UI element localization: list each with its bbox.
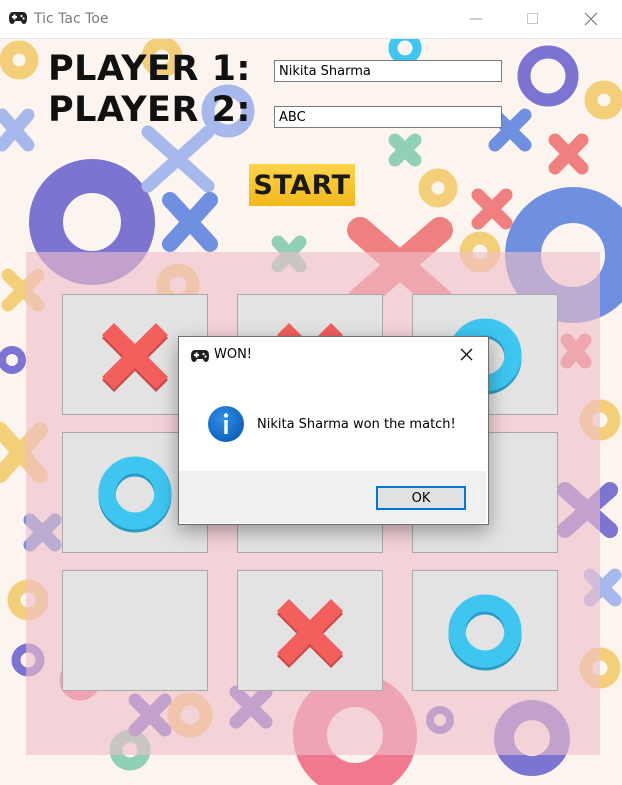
close-window-button[interactable] [569,0,615,38]
player1-label: PLAYER 1: [48,49,251,89]
close-icon [584,12,598,26]
maximize-icon [527,13,538,24]
ok-button[interactable]: OK [376,486,466,510]
board-cell-8[interactable] [237,570,383,691]
title-bar: Tic Tac Toe [0,0,622,39]
board-cell-9[interactable] [412,570,558,691]
player2-label: PLAYER 2: [48,90,251,130]
board-cell-7[interactable] [62,570,208,691]
gamepad-icon [9,12,27,24]
dialog-title: WON! [214,347,253,362]
start-button[interactable]: START [249,164,355,206]
dialog-close-button[interactable] [445,337,487,371]
dialog-message: Nikita Sharma won the match! [257,417,456,432]
dialog-footer: OK [179,471,486,523]
win-dialog: WON! Nikita Sharma won the match! OK [178,336,489,525]
player1-name-input[interactable] [274,60,502,82]
minimize-icon [470,18,482,20]
info-icon [208,406,244,442]
player2-name-input[interactable] [274,106,502,128]
x-mark-icon [276,598,344,669]
maximize-button[interactable] [511,0,557,38]
o-mark-icon [448,594,522,671]
close-icon [460,348,473,361]
gamepad-icon [191,350,209,362]
minimize-button[interactable] [454,0,500,38]
window-title: Tic Tac Toe [34,11,109,27]
app-window: Tic Tac Toe PLAYER 1: PLAYER 2: Nikita S… [0,0,622,785]
